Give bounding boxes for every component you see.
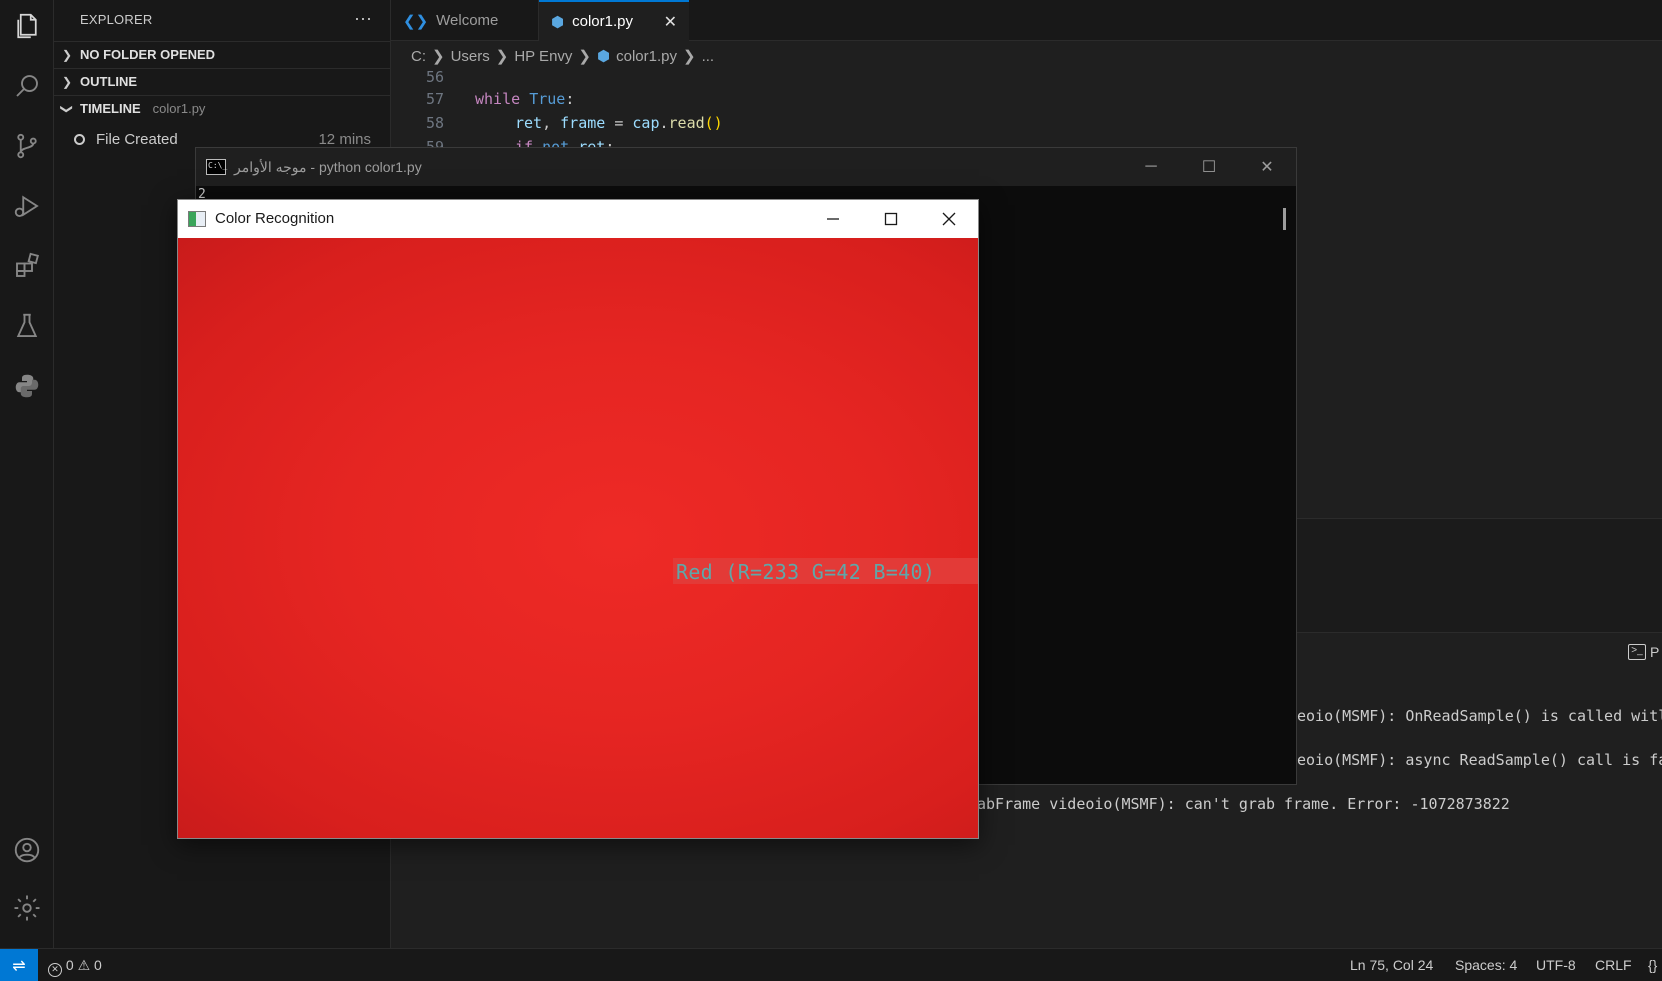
line-number: 58: [425, 114, 444, 132]
close-button[interactable]: ✕: [1238, 148, 1296, 186]
indentation[interactable]: Spaces: 4: [1455, 957, 1517, 973]
editor-tabs: ❮❯ Welcome ⬢ color1.py ✕: [391, 0, 1662, 41]
terminal-tab-label: P: [1650, 644, 1660, 660]
cr-title: Color Recognition: [215, 210, 335, 227]
code-line: 56: [391, 68, 1662, 92]
close-button[interactable]: [920, 200, 978, 238]
panel-background: [1295, 518, 1662, 632]
breadcrumb-item[interactable]: color1.py: [616, 48, 677, 65]
extensions-icon[interactable]: [9, 248, 45, 284]
breadcrumb-item[interactable]: C:: [411, 48, 426, 65]
error-count: 0: [65, 957, 74, 973]
timeline-item-time: 12 mins: [318, 131, 371, 148]
section-label: NO FOLDER OPENED: [80, 47, 216, 62]
section-label: TIMELINE: [80, 101, 141, 116]
chevron-right-icon: ❯: [495, 48, 509, 65]
chevron-right-icon: ❯: [61, 74, 73, 89]
search-icon[interactable]: [9, 68, 45, 104]
terminal-tab[interactable]: >_ P: [1628, 644, 1659, 660]
account-icon[interactable]: [9, 832, 45, 868]
maximize-button[interactable]: [862, 200, 920, 238]
cr-titlebar[interactable]: Color Recognition: [178, 200, 978, 238]
cmd-titlebar[interactable]: C:\_ موجه الأوامر - python color1.py ─ ☐…: [196, 148, 1296, 186]
close-icon[interactable]: ✕: [664, 12, 677, 32]
warning-count: 0: [94, 957, 102, 973]
sidebar-title: EXPLORER: [80, 12, 153, 27]
breadcrumb-item[interactable]: HP Envy: [514, 48, 572, 65]
color-recognition-window[interactable]: Color Recognition Red (R=233 G=42 B=40): [177, 199, 979, 839]
source-control-icon[interactable]: [9, 128, 45, 164]
more-actions-icon[interactable]: ···: [354, 8, 372, 29]
remote-icon[interactable]: ⇌: [0, 949, 38, 981]
camera-frame: Red (R=233 G=42 B=40): [178, 238, 978, 838]
terminal-line: eoio(MSMF): async ReadSample() call is f…: [1297, 751, 1662, 769]
app-icon: [188, 211, 206, 227]
panel-divider: [1295, 632, 1662, 633]
python-icon[interactable]: [9, 368, 45, 404]
section-timeline[interactable]: ❯ TIMELINE color1.py: [54, 95, 391, 121]
code-text: while True:: [475, 90, 575, 108]
code-line: 57 while True:: [391, 90, 1662, 114]
chevron-right-icon: ❯: [432, 48, 445, 65]
timeline-item-label: File Created: [96, 131, 178, 148]
encoding[interactable]: UTF-8: [1536, 957, 1576, 973]
error-icon: ✕: [48, 963, 62, 977]
timeline-circle-icon: [74, 134, 85, 145]
testing-icon[interactable]: [9, 308, 45, 344]
terminal-line: eoio(MSMF): OnReadSample() is called wit…: [1297, 707, 1662, 725]
line-ending[interactable]: CRLF: [1595, 957, 1632, 973]
tab-label: Welcome: [436, 12, 499, 29]
chevron-right-icon: ❯: [578, 48, 591, 65]
status-bar: ⇌ ✕ 0 ⚠ 0 Ln 75, Col 24 Spaces: 4 UTF-8 …: [0, 948, 1662, 981]
panel-divider: [1295, 518, 1662, 519]
color-label: Red (R=233 G=42 B=40): [676, 560, 936, 584]
cmd-scrollbar[interactable]: [1283, 208, 1286, 230]
language-mode[interactable]: {}: [1648, 957, 1657, 973]
section-label: OUTLINE: [80, 74, 138, 89]
breadcrumb: C: ❯ Users ❯ HP Envy ❯ ⬢ color1.py ❯ ...: [391, 43, 1662, 69]
chevron-down-icon: ❯: [60, 103, 74, 114]
line-number: 57: [425, 90, 444, 108]
code-line: 58 ret, frame = cap.read(): [391, 114, 1662, 138]
section-no-folder[interactable]: ❯ NO FOLDER OPENED: [54, 41, 391, 67]
tab-color1[interactable]: ⬢ color1.py ✕: [539, 0, 689, 41]
explorer-icon[interactable]: [9, 8, 45, 44]
cmd-icon: C:\_: [206, 159, 227, 175]
breadcrumb-item[interactable]: Users: [451, 48, 490, 65]
python-file-icon: ⬢: [551, 13, 565, 31]
warning-icon: ⚠: [77, 957, 91, 973]
breadcrumb-item[interactable]: ...: [702, 48, 715, 65]
minimize-button[interactable]: ─: [1122, 148, 1180, 186]
terminal-line: abFrame videoio(MSMF): can't grab frame.…: [977, 795, 1510, 813]
settings-gear-icon[interactable]: [9, 890, 45, 926]
minimize-button[interactable]: [804, 200, 862, 238]
line-number: 56: [425, 68, 444, 86]
chevron-right-icon: ❯: [61, 47, 73, 62]
section-sublabel: color1.py: [152, 101, 206, 116]
vscode-icon: ❮❯: [403, 12, 429, 30]
cmd-title: موجه الأوامر - python color1.py: [234, 159, 422, 175]
run-debug-icon[interactable]: [9, 188, 45, 224]
maximize-button[interactable]: ☐: [1180, 148, 1238, 186]
section-outline[interactable]: ❯ OUTLINE: [54, 68, 391, 94]
terminal-icon: >_: [1628, 644, 1646, 660]
python-file-icon: ⬢: [597, 48, 611, 65]
code-text: ret, frame = cap.read(): [515, 114, 723, 132]
tab-welcome[interactable]: ❮❯ Welcome: [391, 0, 539, 41]
tab-label: color1.py: [572, 13, 633, 30]
chevron-right-icon: ❯: [682, 48, 696, 65]
cursor-position[interactable]: Ln 75, Col 24: [1350, 957, 1433, 973]
activity-bar: [0, 0, 54, 948]
problems-indicator[interactable]: ✕ 0 ⚠ 0: [48, 957, 102, 977]
